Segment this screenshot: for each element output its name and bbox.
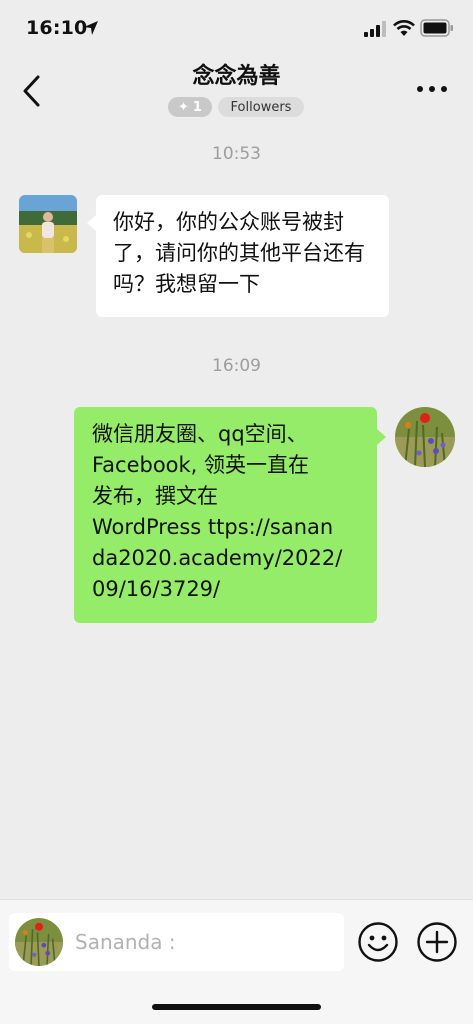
status-bar: 16:10: [0, 0, 473, 56]
followers-badge[interactable]: Followers: [218, 97, 304, 117]
contact-avatar[interactable]: [19, 195, 77, 253]
battery-icon: [420, 19, 453, 37]
star-badge[interactable]: ✦ 1: [168, 97, 212, 117]
input-placeholder: Sananda :: [75, 930, 176, 954]
location-arrow-icon: [84, 21, 98, 35]
message-timestamp: 10:53: [212, 144, 261, 164]
chat-title[interactable]: 念念為善: [0, 58, 473, 90]
chat-screen: 16:10 念念為善 ✦ 1 Followers 10:53 你好，你的公众账号…: [0, 0, 473, 1024]
star-icon: ✦: [178, 99, 189, 115]
wifi-icon: [393, 20, 415, 36]
message-text: 微信朋友圈、qq空间、 Facebook, 领英一直在 发布，撰文在 WordP…: [92, 422, 343, 601]
contact-avatar-image: [19, 195, 77, 253]
message-timestamp: 16:09: [212, 356, 261, 376]
message-bubble-outgoing[interactable]: 微信朋友圈、qq空间、 Facebook, 领英一直在 发布，撰文在 WordP…: [74, 407, 386, 623]
star-count: 1: [192, 99, 202, 115]
my-avatar[interactable]: [395, 407, 455, 467]
message-text: 你好，你的公众账号被封了，请问你的其他平台还有吗？我想留一下: [113, 210, 365, 296]
message-bubble-incoming[interactable]: 你好，你的公众账号被封了，请问你的其他平台还有吗？我想留一下: [87, 195, 389, 317]
emoji-icon[interactable]: [357, 921, 399, 963]
my-avatar-image: [395, 407, 455, 467]
input-avatar-image: [15, 918, 63, 966]
home-indicator: [152, 1004, 321, 1010]
input-avatar: [15, 918, 63, 966]
status-time: 16:10: [26, 17, 88, 39]
message-input[interactable]: Sananda :: [9, 913, 344, 971]
plus-icon[interactable]: [416, 921, 458, 963]
input-bar: Sananda :: [0, 899, 473, 1024]
more-icon[interactable]: [416, 83, 448, 95]
signal-icon: [364, 21, 386, 37]
